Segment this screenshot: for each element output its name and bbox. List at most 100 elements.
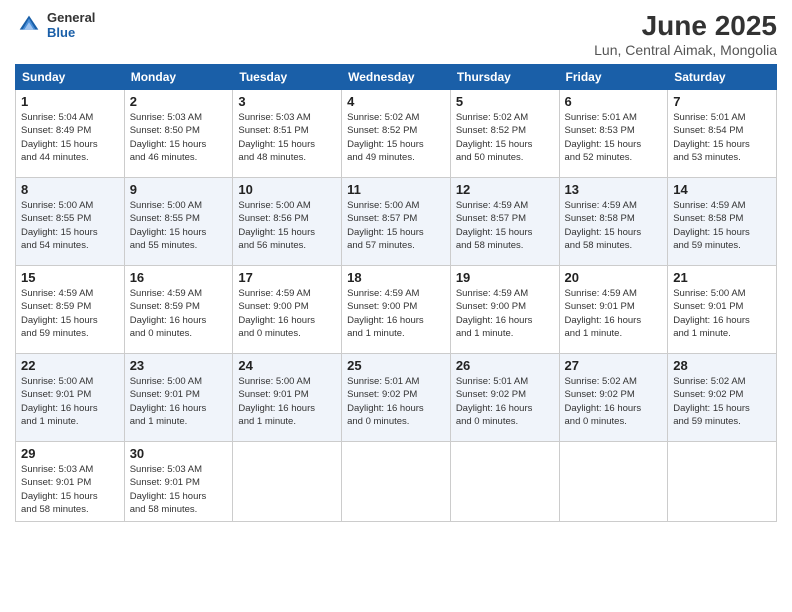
- table-row: 15Sunrise: 4:59 AM Sunset: 8:59 PM Dayli…: [16, 266, 125, 354]
- table-row: 10Sunrise: 5:00 AM Sunset: 8:56 PM Dayli…: [233, 178, 342, 266]
- day-number: 2: [130, 94, 228, 109]
- day-number: 14: [673, 182, 771, 197]
- day-number: 23: [130, 358, 228, 373]
- table-row: 5 Sunrise: 5:02 AM Sunset: 8:52 PM Daylig…: [450, 90, 559, 178]
- table-row: 4Sunrise: 5:02 AM Sunset: 8:52 PM Daylig…: [342, 90, 451, 178]
- day-number: 26: [456, 358, 554, 373]
- day-info: Sunrise: 4:59 AM Sunset: 8:58 PM Dayligh…: [565, 199, 663, 252]
- table-row: 8 Sunrise: 5:00 AM Sunset: 8:55 PM Daylig…: [16, 178, 125, 266]
- table-row: [559, 442, 668, 522]
- day-info: Sunrise: 5:00 AM Sunset: 8:56 PM Dayligh…: [238, 199, 336, 252]
- col-monday: Monday: [124, 65, 233, 90]
- day-info: Sunrise: 5:00 AM Sunset: 8:55 PM Dayligh…: [21, 199, 119, 252]
- day-info: Sunrise: 5:02 AM Sunset: 9:02 PM Dayligh…: [673, 375, 771, 428]
- logo-general: General: [47, 10, 95, 25]
- table-row: 26 Sunrise: 5:01 AM Sunset: 9:02 PM Dayli…: [450, 354, 559, 442]
- day-number: 24: [238, 358, 336, 373]
- day-number: 13: [565, 182, 663, 197]
- calendar-row: 29 Sunrise: 5:03 AM Sunset: 9:01 PM Dayli…: [16, 442, 777, 522]
- table-row: [668, 442, 777, 522]
- day-number: 5: [456, 94, 554, 109]
- table-row: 9Sunrise: 5:00 AM Sunset: 8:55 PM Daylig…: [124, 178, 233, 266]
- page: General Blue June 2025 Lun, Central Aima…: [0, 0, 792, 612]
- day-info: Sunrise: 5:02 AM Sunset: 8:52 PM Dayligh…: [456, 111, 554, 164]
- col-thursday: Thursday: [450, 65, 559, 90]
- col-tuesday: Tuesday: [233, 65, 342, 90]
- day-number: 16: [130, 270, 228, 285]
- day-number: 20: [565, 270, 663, 285]
- day-number: 7: [673, 94, 771, 109]
- table-row: 2 Sunrise: 5:03 AM Sunset: 8:50 PM Daylig…: [124, 90, 233, 178]
- day-number: 22: [21, 358, 119, 373]
- day-number: 18: [347, 270, 445, 285]
- title-area: June 2025 Lun, Central Aimak, Mongolia: [594, 10, 777, 58]
- calendar-title: June 2025: [594, 10, 777, 42]
- day-number: 9: [130, 182, 228, 197]
- day-number: 28: [673, 358, 771, 373]
- day-info: Sunrise: 5:03 AM Sunset: 9:01 PM Dayligh…: [130, 463, 228, 516]
- calendar-subtitle: Lun, Central Aimak, Mongolia: [594, 42, 777, 58]
- day-number: 11: [347, 182, 445, 197]
- calendar-row: 8 Sunrise: 5:00 AM Sunset: 8:55 PM Daylig…: [16, 178, 777, 266]
- day-info: Sunrise: 4:59 AM Sunset: 9:00 PM Dayligh…: [347, 287, 445, 340]
- logo-icon: [15, 11, 43, 39]
- day-info: Sunrise: 5:01 AM Sunset: 9:02 PM Dayligh…: [456, 375, 554, 428]
- table-row: 29 Sunrise: 5:03 AM Sunset: 9:01 PM Dayli…: [16, 442, 125, 522]
- calendar-row: 15Sunrise: 4:59 AM Sunset: 8:59 PM Dayli…: [16, 266, 777, 354]
- day-info: Sunrise: 5:01 AM Sunset: 8:53 PM Dayligh…: [565, 111, 663, 164]
- day-number: 25: [347, 358, 445, 373]
- day-number: 12: [456, 182, 554, 197]
- day-number: 15: [21, 270, 119, 285]
- header: General Blue June 2025 Lun, Central Aima…: [15, 10, 777, 58]
- table-row: [342, 442, 451, 522]
- day-number: 17: [238, 270, 336, 285]
- day-info: Sunrise: 5:02 AM Sunset: 9:02 PM Dayligh…: [565, 375, 663, 428]
- table-row: 20Sunrise: 4:59 AM Sunset: 9:01 PM Dayli…: [559, 266, 668, 354]
- logo-text: General Blue: [47, 10, 95, 40]
- table-row: 16Sunrise: 4:59 AM Sunset: 8:59 PM Dayli…: [124, 266, 233, 354]
- table-row: 19Sunrise: 4:59 AM Sunset: 9:00 PM Dayli…: [450, 266, 559, 354]
- day-info: Sunrise: 5:03 AM Sunset: 8:51 PM Dayligh…: [238, 111, 336, 164]
- table-row: 21Sunrise: 5:00 AM Sunset: 9:01 PM Dayli…: [668, 266, 777, 354]
- table-row: 18 Sunrise: 4:59 AM Sunset: 9:00 PM Dayli…: [342, 266, 451, 354]
- table-row: 27Sunrise: 5:02 AM Sunset: 9:02 PM Dayli…: [559, 354, 668, 442]
- table-row: 24 Sunrise: 5:00 AM Sunset: 9:01 PM Dayli…: [233, 354, 342, 442]
- table-row: 13 Sunrise: 4:59 AM Sunset: 8:58 PM Dayli…: [559, 178, 668, 266]
- calendar-header-row: Sunday Monday Tuesday Wednesday Thursday…: [16, 65, 777, 90]
- table-row: 7 Sunrise: 5:01 AM Sunset: 8:54 PM Daylig…: [668, 90, 777, 178]
- day-info: Sunrise: 5:01 AM Sunset: 9:02 PM Dayligh…: [347, 375, 445, 428]
- table-row: 22Sunrise: 5:00 AM Sunset: 9:01 PM Dayli…: [16, 354, 125, 442]
- table-row: 1 Sunrise: 5:04 AM Sunset: 8:49 PM Daylig…: [16, 90, 125, 178]
- col-friday: Friday: [559, 65, 668, 90]
- day-info: Sunrise: 4:59 AM Sunset: 8:57 PM Dayligh…: [456, 199, 554, 252]
- day-number: 3: [238, 94, 336, 109]
- table-row: 12 Sunrise: 4:59 AM Sunset: 8:57 PM Dayli…: [450, 178, 559, 266]
- table-row: [233, 442, 342, 522]
- day-info: Sunrise: 5:03 AM Sunset: 9:01 PM Dayligh…: [21, 463, 119, 516]
- day-info: Sunrise: 4:59 AM Sunset: 8:58 PM Dayligh…: [673, 199, 771, 252]
- day-number: 6: [565, 94, 663, 109]
- day-number: 30: [130, 446, 228, 461]
- table-row: 3 Sunrise: 5:03 AM Sunset: 8:51 PM Daylig…: [233, 90, 342, 178]
- col-saturday: Saturday: [668, 65, 777, 90]
- table-row: 6 Sunrise: 5:01 AM Sunset: 8:53 PM Daylig…: [559, 90, 668, 178]
- calendar-table: Sunday Monday Tuesday Wednesday Thursday…: [15, 64, 777, 522]
- day-info: Sunrise: 5:00 AM Sunset: 9:01 PM Dayligh…: [673, 287, 771, 340]
- table-row: 14 Sunrise: 4:59 AM Sunset: 8:58 PM Dayli…: [668, 178, 777, 266]
- day-info: Sunrise: 5:00 AM Sunset: 9:01 PM Dayligh…: [130, 375, 228, 428]
- day-info: Sunrise: 5:03 AM Sunset: 8:50 PM Dayligh…: [130, 111, 228, 164]
- day-number: 8: [21, 182, 119, 197]
- table-row: 11 Sunrise: 5:00 AM Sunset: 8:57 PM Dayli…: [342, 178, 451, 266]
- table-row: 25 Sunrise: 5:01 AM Sunset: 9:02 PM Dayli…: [342, 354, 451, 442]
- day-info: Sunrise: 5:01 AM Sunset: 8:54 PM Dayligh…: [673, 111, 771, 164]
- day-info: Sunrise: 5:00 AM Sunset: 9:01 PM Dayligh…: [238, 375, 336, 428]
- day-info: Sunrise: 5:00 AM Sunset: 8:57 PM Dayligh…: [347, 199, 445, 252]
- day-number: 19: [456, 270, 554, 285]
- day-info: Sunrise: 5:02 AM Sunset: 8:52 PM Dayligh…: [347, 111, 445, 164]
- day-number: 1: [21, 94, 119, 109]
- day-number: 29: [21, 446, 119, 461]
- table-row: 23 Sunrise: 5:00 AM Sunset: 9:01 PM Dayli…: [124, 354, 233, 442]
- day-info: Sunrise: 5:04 AM Sunset: 8:49 PM Dayligh…: [21, 111, 119, 164]
- table-row: 30 Sunrise: 5:03 AM Sunset: 9:01 PM Dayli…: [124, 442, 233, 522]
- day-info: Sunrise: 4:59 AM Sunset: 9:00 PM Dayligh…: [238, 287, 336, 340]
